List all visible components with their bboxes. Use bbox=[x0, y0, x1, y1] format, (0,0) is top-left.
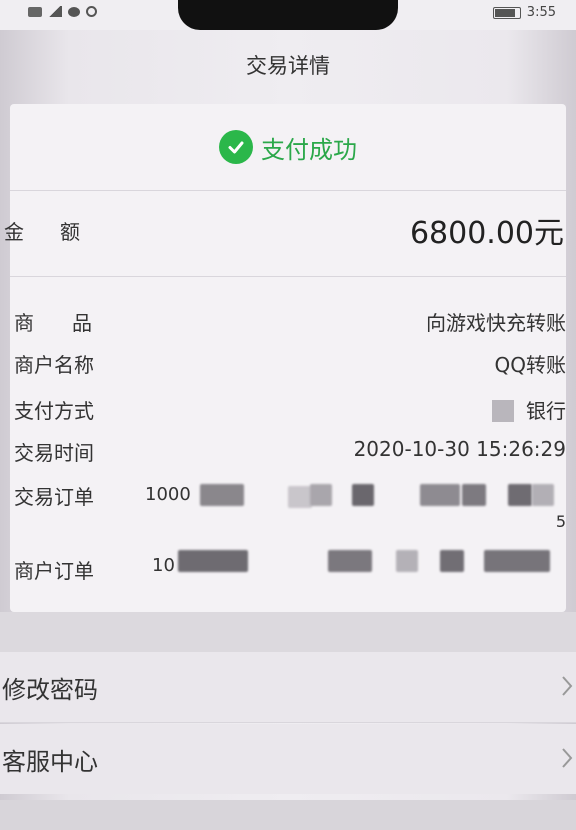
amount-value: 6800.00元 bbox=[409, 216, 564, 251]
status-bar: 3:55 bbox=[0, 0, 576, 30]
menu-item-change-password[interactable]: 修改密码 bbox=[0, 652, 576, 722]
redacted-block bbox=[462, 484, 486, 506]
divider bbox=[0, 722, 576, 723]
merchant-order-label: 商户订单 bbox=[14, 559, 94, 583]
camera-notch bbox=[178, 0, 398, 30]
bank-name: 银行 bbox=[526, 399, 566, 423]
merchant-name-value: QQ转账 bbox=[494, 353, 566, 377]
battery-icon bbox=[492, 6, 521, 19]
hd-icon bbox=[28, 6, 42, 17]
location-icon bbox=[86, 6, 97, 17]
redacted-block bbox=[508, 484, 532, 506]
amount-label: 金额 bbox=[4, 220, 116, 244]
page-title: 交易详情 bbox=[246, 54, 330, 78]
chevron-right-icon bbox=[562, 748, 573, 768]
menu-item-label: 客服中心 bbox=[2, 748, 98, 776]
menu-item-customer-service[interactable]: 客服中心 bbox=[0, 724, 576, 794]
transaction-time-label: 交易时间 bbox=[14, 441, 94, 465]
menu-item-label: 修改密码 bbox=[2, 676, 98, 704]
product-value: 向游戏快充转账 bbox=[426, 311, 566, 335]
bottom-area bbox=[0, 800, 576, 830]
transaction-time-value: 2020-10-30 15:26:29 bbox=[353, 437, 566, 461]
redacted-block bbox=[288, 486, 312, 508]
divider bbox=[10, 190, 566, 191]
status-icons-left bbox=[28, 6, 97, 17]
redacted-block bbox=[484, 550, 550, 572]
transaction-order-suffix: 5 bbox=[555, 512, 566, 531]
transaction-order-value: 1000 bbox=[145, 484, 191, 505]
redacted-block bbox=[200, 484, 244, 506]
payment-status-text: 支付成功 bbox=[261, 135, 357, 164]
payment-method-label: 支付方式 bbox=[14, 399, 94, 423]
product-label: 商品 bbox=[14, 311, 130, 335]
redacted-block bbox=[420, 484, 460, 506]
redacted-block bbox=[440, 550, 464, 572]
section-gap bbox=[0, 612, 576, 652]
payment-status: 支付成功 bbox=[10, 104, 566, 190]
redacted-block bbox=[352, 484, 374, 506]
redacted-block bbox=[532, 484, 554, 506]
redacted-block bbox=[328, 550, 372, 572]
check-circle-icon bbox=[219, 130, 253, 164]
status-time: 3:55 bbox=[526, 5, 556, 20]
merchant-order-value: 10 bbox=[152, 555, 175, 576]
signal-icon bbox=[48, 6, 62, 17]
divider bbox=[10, 276, 566, 277]
redacted-block bbox=[396, 550, 418, 572]
transaction-order-label: 交易订单 bbox=[14, 485, 94, 509]
message-icon bbox=[68, 6, 80, 17]
phone-screen: 3:55 交易详情 支付成功 金额 6800.00元 商品 向游戏快充转账 商户… bbox=[0, 0, 576, 830]
payment-method-value: 银行 bbox=[492, 395, 566, 424]
status-icons-right: 3:55 bbox=[492, 5, 556, 20]
bank-logo-icon bbox=[492, 400, 514, 422]
merchant-name-label: 商户名称 bbox=[14, 353, 94, 377]
chevron-right-icon bbox=[562, 676, 573, 696]
redacted-block bbox=[178, 550, 248, 572]
redacted-block bbox=[310, 484, 332, 506]
